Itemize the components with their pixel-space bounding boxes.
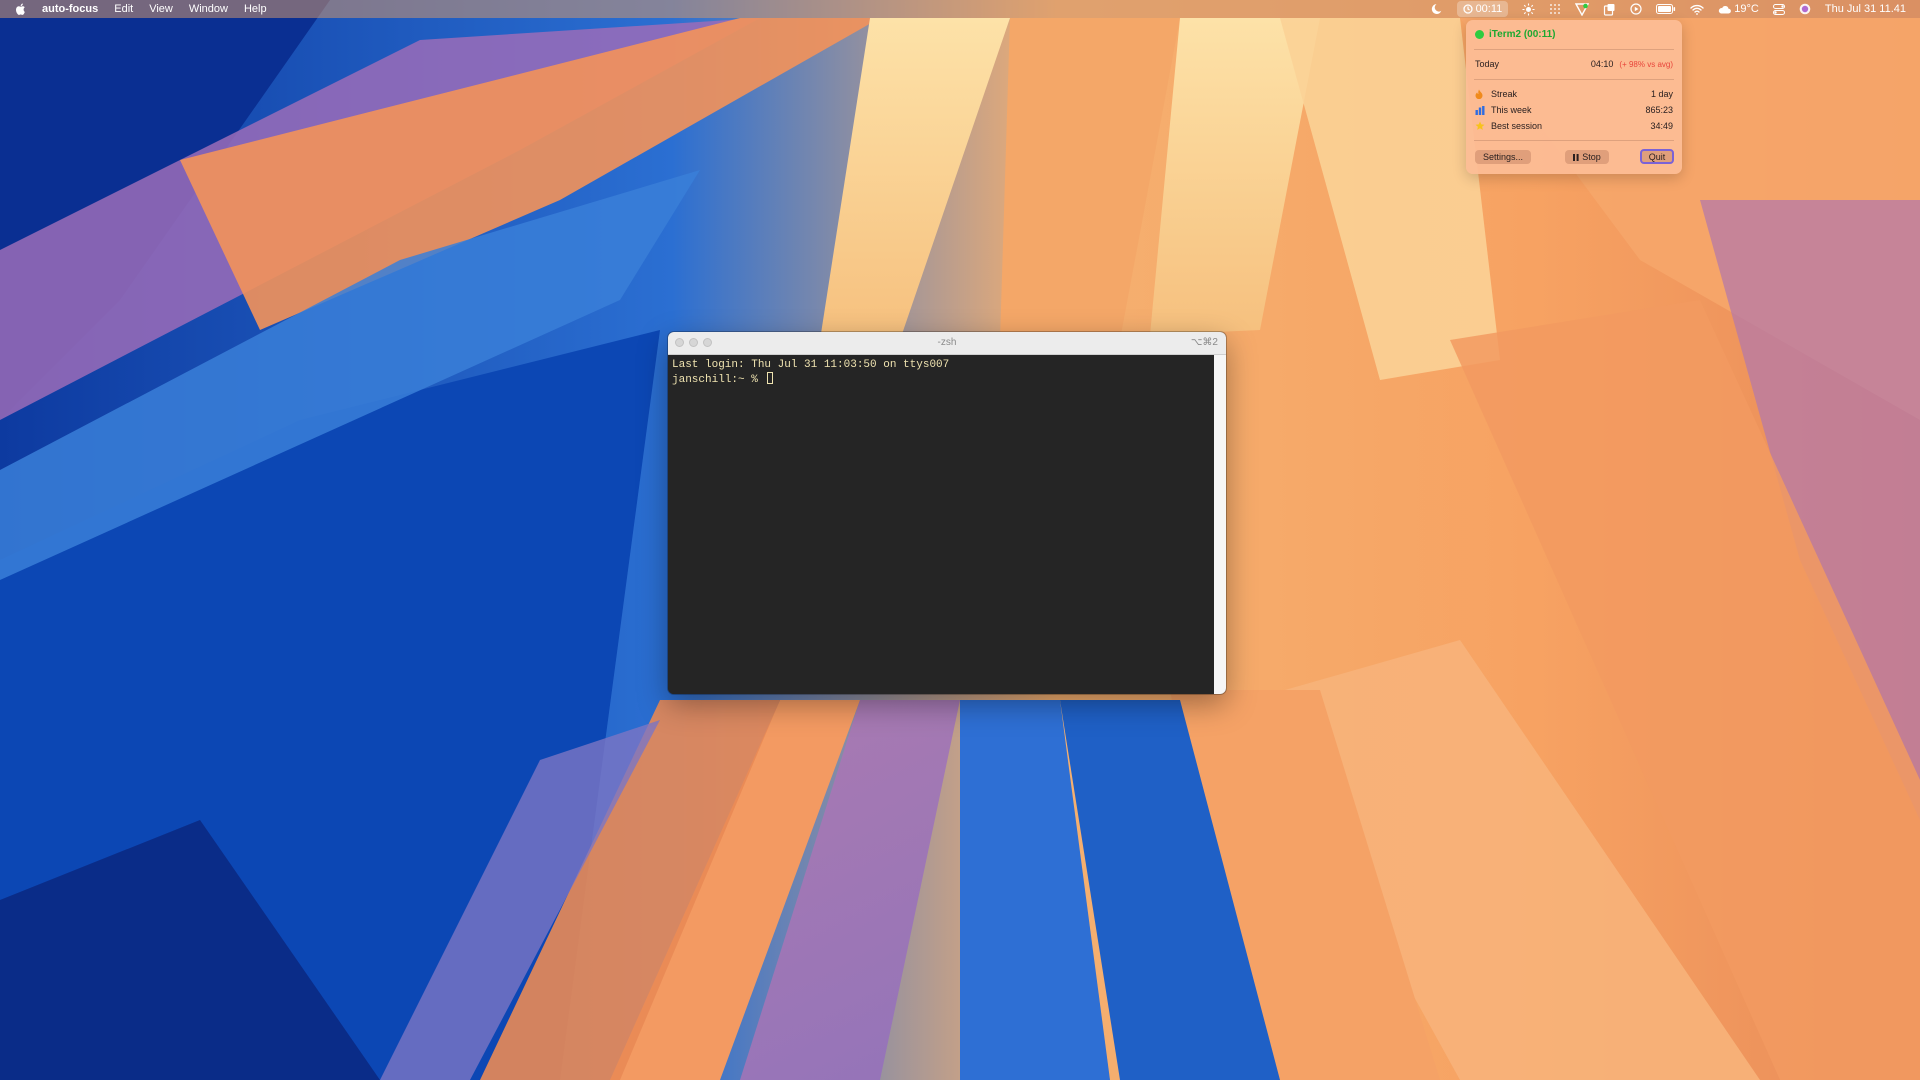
brightness-icon[interactable] [1522, 3, 1535, 16]
focus-timer-icon [1462, 4, 1473, 14]
stat-label: Streak [1491, 89, 1518, 99]
today-delta: (+ 98% vs avg) [1619, 59, 1673, 69]
stat-value: 865:23 [1645, 105, 1673, 115]
menu-bar: auto-focus Edit View Window Help 00:11 1… [0, 0, 1920, 18]
stat-row-best-session: Best session 34:49 [1475, 121, 1673, 131]
app-name-menu[interactable]: auto-focus [42, 3, 98, 15]
quit-button[interactable]: Quit [1640, 149, 1674, 164]
divider [1474, 49, 1674, 50]
stop-button[interactable]: Stop [1565, 150, 1609, 164]
divider [1474, 140, 1674, 141]
siri-icon[interactable] [1799, 3, 1811, 15]
clock-datetime[interactable]: Thu Jul 31 11.41 [1825, 3, 1906, 15]
apple-menu-icon[interactable] [14, 2, 28, 16]
window-menu[interactable]: Window [189, 3, 228, 15]
terminal-window[interactable]: -zsh ⌥⌘2 Last login: Thu Jul 31 11:03:50… [668, 332, 1226, 694]
vpn-icon[interactable] [1575, 2, 1590, 16]
active-status-dot [1475, 30, 1484, 39]
edit-menu[interactable]: Edit [114, 3, 133, 15]
weather-menu[interactable]: 19°C [1718, 3, 1759, 15]
terminal-content[interactable]: Last login: Thu Jul 31 11:03:50 on ttys0… [668, 355, 1214, 694]
today-label: Today [1475, 59, 1500, 69]
wifi-icon[interactable] [1690, 4, 1704, 15]
stop-button-label: Stop [1582, 152, 1601, 162]
terminal-titlebar[interactable]: -zsh ⌥⌘2 [668, 332, 1226, 355]
popover-app-title: iTerm2 (00:11) [1489, 29, 1556, 40]
today-value: 04:10 [1590, 59, 1614, 69]
help-menu[interactable]: Help [244, 3, 267, 15]
bar-chart-icon [1475, 105, 1487, 115]
temperature-text: 19°C [1734, 3, 1759, 15]
terminal-scrollbar[interactable] [1214, 355, 1226, 694]
stat-row-streak: Streak 1 day [1475, 89, 1673, 99]
clipboard-icon[interactable] [1603, 3, 1616, 16]
stat-value: 34:49 [1650, 121, 1673, 131]
stat-value: 1 day [1650, 89, 1673, 99]
focus-timer-text: 00:11 [1475, 3, 1503, 15]
terminal-title: -zsh [937, 337, 957, 348]
focus-popover: iTerm2 (00:11) Today 04:10 (+ 98% vs avg… [1466, 20, 1682, 174]
terminal-prompt: janschill:~ % [672, 374, 765, 386]
stat-label: This week [1491, 105, 1532, 115]
stat-row-this-week: This week 865:23 [1475, 105, 1673, 115]
terminal-prompt-line: janschill:~ % [672, 372, 1210, 387]
play-icon[interactable] [1630, 3, 1642, 15]
text-cursor [767, 372, 774, 384]
today-row: Today 04:10 (+ 98% vs avg) [1475, 59, 1673, 69]
terminal-line: Last login: Thu Jul 31 11:03:50 on ttys0… [672, 359, 950, 371]
grid-icon[interactable] [1549, 3, 1561, 15]
divider [1474, 79, 1674, 80]
control-center-icon[interactable] [1772, 3, 1785, 15]
view-menu[interactable]: View [149, 3, 173, 15]
stat-label: Best session [1491, 121, 1543, 131]
moon-icon[interactable] [1431, 3, 1443, 15]
battery-icon[interactable] [1656, 4, 1676, 14]
focus-timer-menu[interactable]: 00:11 [1456, 1, 1509, 17]
terminal-shortcut: ⌥⌘2 [1190, 337, 1218, 348]
settings-button[interactable]: Settings... [1475, 150, 1531, 164]
pause-icon [1573, 153, 1579, 161]
weather-icon [1719, 5, 1732, 13]
star-icon [1475, 121, 1487, 131]
flame-icon [1475, 89, 1487, 99]
